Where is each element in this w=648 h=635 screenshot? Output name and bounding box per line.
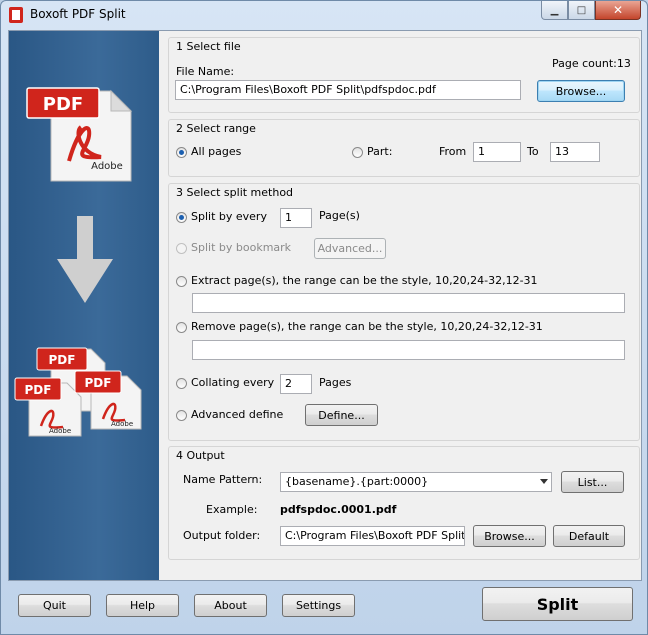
split-every-label: Split by every — [191, 210, 267, 223]
select-file-title: 1 Select file — [176, 40, 241, 53]
about-button[interactable]: About — [194, 594, 267, 617]
from-label: From — [439, 145, 467, 158]
split-bookmark-radio[interactable] — [176, 243, 187, 254]
name-pattern-label: Name Pattern: — [183, 473, 263, 486]
split-method-title: 3 Select split method — [176, 186, 294, 199]
title-bar[interactable]: Boxoft PDF Split ▁ □ ✕ — [1, 1, 647, 29]
sidebar-graphic: PDF Adobe PDF Ad PDF — [9, 31, 159, 580]
chevron-down-icon[interactable] — [540, 479, 548, 484]
part-label: Part: — [367, 145, 393, 158]
split-every-unit: Page(s) — [319, 209, 360, 222]
all-pages-radio[interactable] — [176, 147, 187, 158]
browse-output-button[interactable]: Browse... — [473, 525, 546, 547]
settings-button[interactable]: Settings — [282, 594, 355, 617]
window-title: Boxoft PDF Split — [30, 7, 126, 21]
remove-pages-label: Remove page(s), the range can be the sty… — [191, 320, 543, 333]
page-count-label: Page count:13 — [552, 57, 631, 70]
advanced-define-radio[interactable] — [176, 410, 187, 421]
down-arrow-icon — [57, 216, 113, 303]
remove-pages-input[interactable] — [192, 340, 625, 360]
app-icon — [9, 7, 23, 23]
maximize-button[interactable]: □ — [568, 1, 595, 20]
name-pattern-value: {basename}.{part:0000} — [285, 475, 429, 488]
output-folder-input[interactable]: C:\Program Files\Boxoft PDF Split — [280, 526, 465, 546]
output-title: 4 Output — [176, 449, 225, 462]
collating-label: Collating every — [191, 376, 275, 389]
close-button[interactable]: ✕ — [595, 1, 641, 20]
to-input[interactable]: 13 — [550, 142, 600, 162]
footer-bar: Quit Help About Settings Split — [1, 580, 647, 634]
output-pdfs-icon: PDF Ad PDF Adobe PDF Adobe — [14, 347, 142, 437]
default-button[interactable]: Default — [553, 525, 625, 547]
help-button[interactable]: Help — [106, 594, 179, 617]
define-button[interactable]: Define... — [305, 404, 378, 426]
browse-file-button[interactable]: Browse... — [537, 80, 625, 102]
svg-text:Adobe: Adobe — [111, 420, 133, 428]
advanced-define-label: Advanced define — [191, 408, 284, 421]
split-every-input[interactable]: 1 — [280, 208, 312, 228]
main-window: Boxoft PDF Split ▁ □ ✕ PDF Adobe PDF PDF… — [0, 0, 648, 635]
pdf-split-illustration: PDF Adobe PDF Ad PDF — [14, 87, 142, 437]
name-pattern-combo[interactable]: {basename}.{part:0000} — [280, 472, 552, 492]
all-pages-label: All pages — [191, 145, 242, 158]
page-count-value: 13 — [616, 57, 631, 70]
remove-pages-radio[interactable] — [176, 322, 187, 333]
extract-pages-input[interactable] — [192, 293, 625, 313]
file-name-label: File Name: — [176, 65, 235, 78]
minimize-icon: ▁ — [550, 4, 559, 16]
extract-pages-label: Extract page(s), the range can be the st… — [191, 274, 538, 287]
maximize-icon: □ — [576, 4, 587, 16]
split-every-radio[interactable] — [176, 212, 187, 223]
select-file-group: 1 Select file Page count:13 File Name: C… — [168, 37, 640, 113]
from-input[interactable]: 1 — [473, 142, 521, 162]
advanced-bookmark-button[interactable]: Advanced... — [314, 238, 386, 259]
svg-text:PDF: PDF — [25, 383, 52, 397]
client-area: PDF Adobe PDF Ad PDF — [8, 30, 642, 581]
part-radio[interactable] — [352, 147, 363, 158]
source-pdf-icon: PDF Adobe — [26, 87, 133, 182]
close-icon: ✕ — [612, 3, 624, 17]
select-range-title: 2 Select range — [176, 122, 256, 135]
select-range-group: 2 Select range All pages Part: From 1 To… — [168, 119, 640, 177]
svg-text:PDF: PDF — [49, 353, 76, 367]
window-controls: ▁ □ ✕ — [541, 1, 641, 20]
svg-text:Adobe: Adobe — [49, 427, 71, 435]
svg-text:Adobe: Adobe — [91, 161, 123, 172]
split-bookmark-label: Split by bookmark — [191, 241, 292, 254]
split-method-group: 3 Select split method Split by every 1 P… — [168, 183, 640, 441]
minimize-button[interactable]: ▁ — [541, 1, 568, 20]
file-path-input[interactable]: C:\Program Files\Boxoft PDF Split\pdfspd… — [175, 80, 521, 100]
collating-radio[interactable] — [176, 378, 187, 389]
list-button[interactable]: List... — [561, 471, 624, 493]
example-value: pdfspdoc.0001.pdf — [280, 503, 397, 516]
output-group: 4 Output Name Pattern: {basename}.{part:… — [168, 446, 640, 560]
output-folder-label: Output folder: — [183, 529, 261, 542]
split-button[interactable]: Split — [482, 587, 633, 621]
collating-unit: Pages — [319, 376, 352, 389]
quit-button[interactable]: Quit — [18, 594, 91, 617]
svg-text:PDF: PDF — [85, 376, 112, 390]
to-label: To — [527, 145, 539, 158]
svg-text:PDF: PDF — [43, 94, 83, 115]
extract-pages-radio[interactable] — [176, 276, 187, 287]
example-label: Example: — [206, 503, 258, 516]
collating-input[interactable]: 2 — [280, 374, 312, 394]
